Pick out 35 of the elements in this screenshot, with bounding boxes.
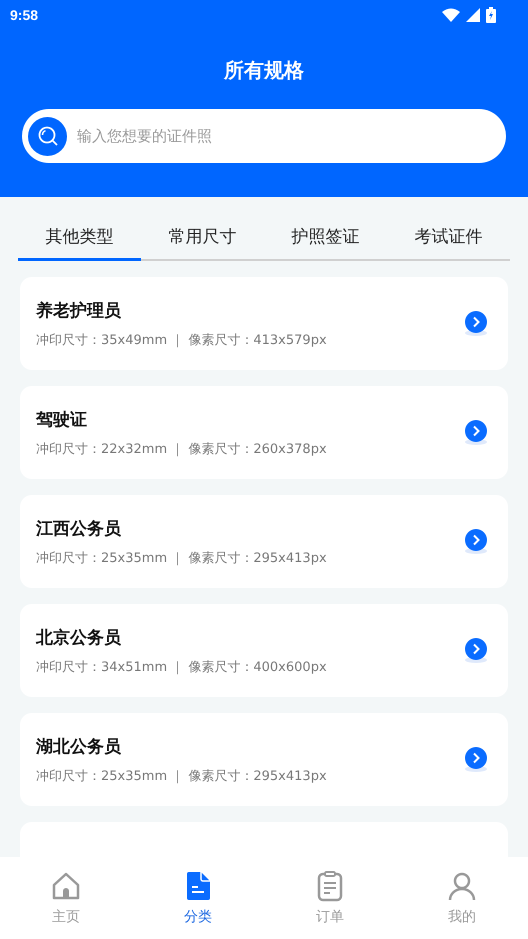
search-icon[interactable]	[28, 116, 67, 156]
spec-card[interactable]: 驾驶证 冲印尺寸：22x32mm ｜ 像素尺寸：260x378px	[20, 386, 508, 479]
spec-name: 湖北公务员	[36, 736, 122, 758]
battery-icon	[486, 7, 496, 23]
chevron-right-icon[interactable]	[464, 746, 488, 772]
spec-card[interactable]: 湖北公务员 冲印尺寸：25x35mm ｜ 像素尺寸：295x413px	[20, 713, 508, 806]
chevron-right-icon[interactable]	[464, 638, 488, 664]
spec-name: 养老护理员	[36, 300, 122, 322]
nav-tab[interactable]: 分类	[132, 857, 264, 939]
spec-size: 冲印尺寸：25x35mm ｜ 像素尺寸：295x413px	[36, 768, 328, 784]
spec-size: 冲印尺寸：22x32mm ｜ 像素尺寸：260x378px	[36, 440, 328, 458]
chevron-right-icon[interactable]	[464, 310, 488, 336]
chevron-right-icon[interactable]	[464, 528, 488, 554]
spec-name: 驾驶证	[36, 408, 88, 430]
person-icon	[446, 870, 478, 902]
wifi-icon	[442, 8, 460, 22]
spec-size: 冲印尺寸：34x51mm ｜ 像素尺寸：400x600px	[36, 658, 328, 676]
category-tab[interactable]: 考试证件	[387, 225, 510, 261]
category-tab[interactable]: 常用尺寸	[141, 225, 264, 261]
signal-icon	[466, 8, 480, 22]
spec-card[interactable]: 北京公务员 冲印尺寸：34x51mm ｜ 像素尺寸：400x600px	[20, 604, 508, 697]
spec-name: 北京公务员	[36, 626, 122, 648]
spec-size: 冲印尺寸：35x49mm ｜ 像素尺寸：413x579px	[36, 332, 328, 348]
spec-size: 冲印尺寸：25x35mm ｜ 像素尺寸：295x413px	[36, 550, 328, 566]
category-tab[interactable]: 护照签证	[264, 225, 387, 261]
spec-name: 江西公务员	[36, 518, 122, 540]
search-field[interactable]: 输入您想要的证件照	[75, 126, 500, 146]
search-bar[interactable]: 输入您想要的证件照	[22, 109, 506, 163]
chevron-right-icon[interactable]	[464, 420, 488, 446]
category-tab[interactable]: 其他类型	[18, 225, 141, 261]
status-time: 9:58	[10, 7, 38, 23]
spec-card[interactable]: 江西公务员 冲印尺寸：25x35mm ｜ 像素尺寸：295x413px	[20, 495, 508, 588]
home-icon	[50, 870, 82, 902]
page-title: 所有规格	[222, 57, 305, 84]
spec-card[interactable]: 养老护理员 冲印尺寸：35x49mm ｜ 像素尺寸：413x579px	[20, 277, 508, 370]
